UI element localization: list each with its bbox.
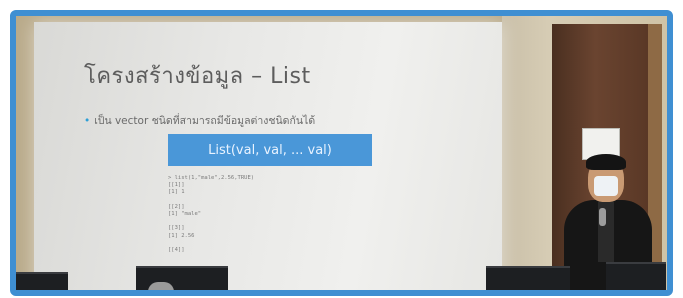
photo-frame: โครงสร้างข้อมูล – List • เป็น vector ชนิด… — [10, 10, 673, 296]
monitor — [486, 266, 570, 290]
monitor — [16, 272, 68, 290]
slide-title: โครงสร้างข้อมูล – List — [84, 64, 311, 89]
presenter-hair — [586, 154, 626, 170]
microphone — [599, 208, 606, 226]
monitor — [606, 262, 666, 290]
slide-syntax-text: List(val, val, ... val) — [208, 142, 332, 158]
slide-code-example: > list(1,"male",2.56,TRUE) [[1]] [1] 1 [… — [168, 175, 255, 254]
lecture-photo: โครงสร้างข้อมูล – List • เป็น vector ชนิด… — [16, 16, 667, 290]
chair-back — [148, 282, 174, 290]
projected-slide: โครงสร้างข้อมูล – List • เป็น vector ชนิด… — [34, 22, 502, 290]
face-mask — [594, 176, 618, 196]
slide-bullet-text: เป็น vector ชนิดที่สามารถมีข้อมูลต่างชนิ… — [94, 115, 316, 127]
bullet-dot-icon: • — [84, 115, 91, 127]
slide-syntax-box: List(val, val, ... val) — [168, 134, 372, 166]
slide-bullet: • เป็น vector ชนิดที่สามารถมีข้อมูลต่างชน… — [84, 112, 315, 129]
